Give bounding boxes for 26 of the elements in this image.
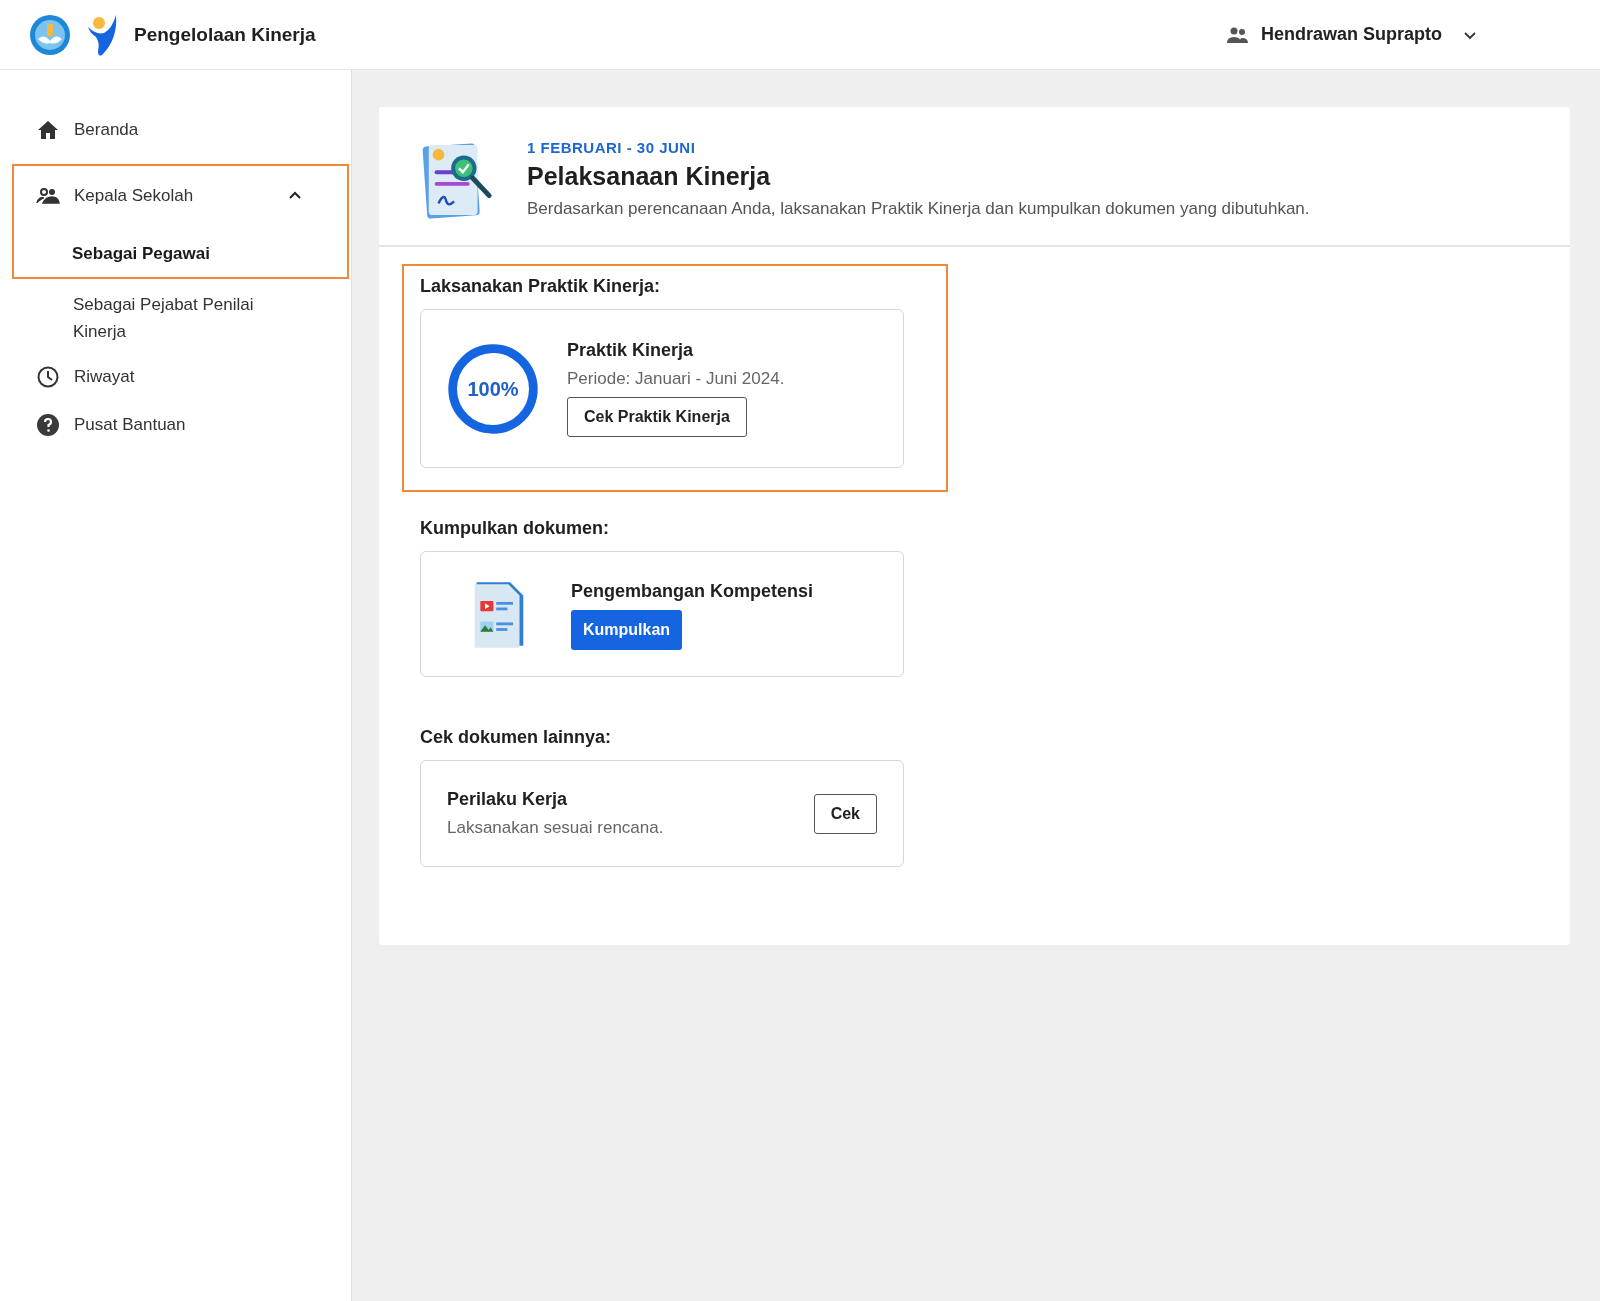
section-heading: Laksanakan Praktik Kinerja: [420, 276, 662, 297]
check-button[interactable]: Cek [813, 793, 877, 834]
period-label: 1 FEBRUARI - 30 JUNI [527, 139, 697, 156]
card-title: Praktik Kinerja [567, 340, 694, 361]
home-icon [36, 118, 60, 142]
sidebar-subitem[interactable]: Sebagai Pegawai [14, 220, 347, 267]
card-subtitle: Periode: Januari - Juni 2024. [567, 369, 785, 389]
sidebar-item[interactable]: Beranda [0, 106, 351, 154]
section-heading: Kumpulkan dokumen: [420, 518, 610, 539]
submit-button[interactable]: Kumpulkan [571, 609, 683, 650]
sidebar-item[interactable]: Riwayat [0, 353, 351, 401]
help-icon [36, 413, 60, 437]
emblem-logo-icon [28, 12, 72, 57]
clock-icon [36, 365, 60, 389]
sidebar-item[interactable]: Pusat Bantuan [0, 401, 351, 449]
card-title: Pengembangan Kompetensi [571, 580, 814, 602]
check-practice-button[interactable]: Cek Praktik Kinerja [567, 397, 747, 437]
sidebar-subitem[interactable]: Sebagai Pejabat Penilai Kinerja [0, 279, 351, 345]
sidebar-group[interactable]: Kepala Sekolah [14, 172, 347, 220]
section-heading: Cek dokumen lainnya: [420, 727, 613, 748]
page-description: Berdasarkan perencanaan Anda, laksanakan Praktik Kinerja dan kumpulkan dokumen yang dibutuhkan. [527, 199, 1310, 219]
page-title: Pelaksanaan Kinerja [527, 162, 772, 191]
card-subtitle: Laksanakan sesuai rencana. [447, 818, 664, 838]
app-title: Pengelolaan Kinerja [134, 23, 316, 46]
card-title: Perilaku Kerja [447, 789, 568, 810]
user-menu[interactable]: Hendrawan Suprapto [1220, 18, 1482, 51]
